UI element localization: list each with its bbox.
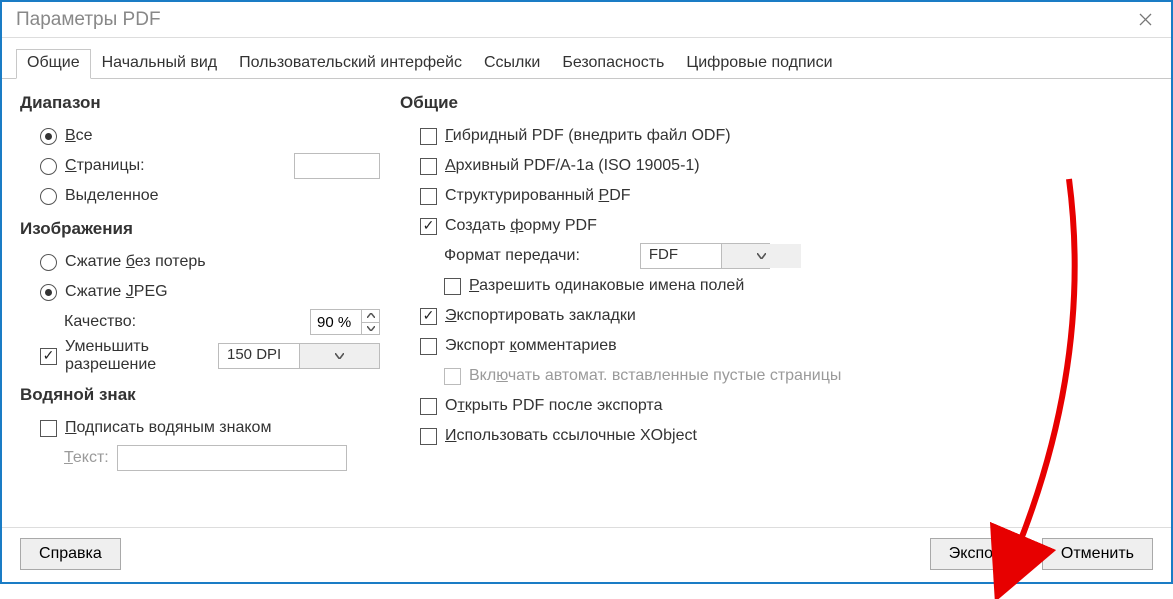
tab-initial-view[interactable]: Начальный вид [91, 49, 229, 79]
img-lossless-radio[interactable] [40, 254, 57, 271]
tab-general[interactable]: Общие [16, 49, 91, 79]
cancel-button[interactable]: Отменить [1042, 538, 1153, 570]
quality-row: Качество: [20, 307, 380, 337]
pages-input[interactable] [294, 153, 380, 179]
watermark-text-label: Текст: [64, 449, 109, 467]
help-button[interactable]: Справка [20, 538, 121, 570]
watermark-sign-row[interactable]: Подписать водяным знаком [20, 413, 380, 443]
export-button[interactable]: Экспорт [930, 538, 1028, 570]
export-bookmarks-row[interactable]: Экспортировать закладки [400, 301, 1157, 331]
export-comments-check[interactable] [420, 338, 437, 355]
dpi-drop-icon[interactable] [299, 344, 379, 368]
img-lossless-label: Сжатие без потерь [65, 253, 206, 271]
watermark-heading: Водяной знак [20, 385, 380, 405]
open-after-label: Открыть PDF после экспорта [445, 397, 662, 415]
img-jpeg-label: Сжатие JPEG [65, 283, 168, 301]
xobject-label: Использовать ссылочные XObject [445, 427, 697, 445]
range-selection-row[interactable]: Выделенное [20, 181, 380, 211]
tab-security[interactable]: Безопасность [551, 49, 675, 79]
quality-down[interactable] [362, 323, 379, 335]
submit-format-combo[interactable]: FDF [640, 243, 770, 269]
range-all-row[interactable]: Все [20, 121, 380, 151]
auto-blank-label: Включать автомат. вставленные пустые стр… [469, 367, 841, 385]
reduce-res-check[interactable] [40, 348, 57, 365]
allow-dup-row[interactable]: Разрешить одинаковые имена полей [400, 271, 1157, 301]
range-all-radio[interactable] [40, 128, 57, 145]
images-heading: Изображения [20, 219, 380, 239]
quality-label: Качество: [64, 313, 136, 331]
range-heading: Диапазон [20, 93, 380, 113]
tab-links[interactable]: Ссылки [473, 49, 551, 79]
submit-format-drop-icon[interactable] [721, 244, 801, 268]
create-form-row[interactable]: Создать форму PDF [400, 211, 1157, 241]
reduce-res-row[interactable]: Уменьшить разрешение 150 DPI [20, 337, 380, 375]
submit-format-label: Формат передачи: [444, 247, 580, 265]
reduce-res-label: Уменьшить разрешение [65, 338, 218, 374]
watermark-sign-label: Подписать водяным знаком [65, 419, 271, 437]
tagged-label: Структурированный PDF [445, 187, 631, 205]
xobject-row[interactable]: Использовать ссылочные XObject [400, 421, 1157, 451]
left-column: Диапазон Все Страницы: Выделенное Изобра… [20, 89, 380, 523]
open-after-check[interactable] [420, 398, 437, 415]
right-column: Общие Гибридный PDF (внедрить файл ODF) … [380, 89, 1157, 523]
hybrid-label: Гибридный PDF (внедрить файл ODF) [445, 127, 731, 145]
range-all-label: Все [65, 127, 93, 145]
tagged-check[interactable] [420, 188, 437, 205]
export-comments-row[interactable]: Экспорт комментариев [400, 331, 1157, 361]
range-pages-row[interactable]: Страницы: [20, 151, 380, 181]
range-pages-radio[interactable] [40, 158, 57, 175]
close-icon [1139, 13, 1152, 26]
range-selection-radio[interactable] [40, 188, 57, 205]
tab-digital-signatures[interactable]: Цифровые подписи [675, 49, 843, 79]
tab-user-interface[interactable]: Пользовательский интерфейс [228, 49, 473, 79]
pdf-options-dialog: Параметры PDF Общие Начальный вид Пользо… [0, 0, 1173, 584]
dpi-value: 150 DPI [219, 344, 299, 368]
submit-format-value: FDF [641, 244, 721, 268]
dialog-footer: Справка Экспорт Отменить [2, 527, 1171, 582]
quality-up[interactable] [362, 310, 379, 323]
tab-strip: Общие Начальный вид Пользовательский инт… [2, 38, 1171, 79]
allow-dup-check[interactable] [444, 278, 461, 295]
auto-blank-check [444, 368, 461, 385]
window-title: Параметры PDF [16, 9, 161, 31]
quality-spinner[interactable] [310, 309, 380, 335]
range-pages-label: Страницы: [65, 157, 145, 175]
export-bookmarks-check[interactable] [420, 308, 437, 325]
img-jpeg-radio[interactable] [40, 284, 57, 301]
close-button[interactable] [1127, 2, 1163, 38]
create-form-label: Создать форму PDF [445, 217, 597, 235]
submit-format-row: Формат передачи: FDF [400, 241, 1157, 271]
create-form-check[interactable] [420, 218, 437, 235]
tagged-row[interactable]: Структурированный PDF [400, 181, 1157, 211]
hybrid-check[interactable] [420, 128, 437, 145]
watermark-sign-check[interactable] [40, 420, 57, 437]
export-bookmarks-label: Экспортировать закладки [445, 307, 636, 325]
watermark-text-row: Текст: [20, 443, 380, 473]
titlebar: Параметры PDF [2, 2, 1171, 38]
dpi-combo[interactable]: 150 DPI [218, 343, 380, 369]
auto-blank-row: Включать автомат. вставленные пустые стр… [400, 361, 1157, 391]
archive-check[interactable] [420, 158, 437, 175]
allow-dup-label: Разрешить одинаковые имена полей [469, 277, 744, 295]
export-comments-label: Экспорт комментариев [445, 337, 617, 355]
open-after-row[interactable]: Открыть PDF после экспорта [400, 391, 1157, 421]
img-jpeg-row[interactable]: Сжатие JPEG [20, 277, 380, 307]
img-lossless-row[interactable]: Сжатие без потерь [20, 247, 380, 277]
dialog-content: Диапазон Все Страницы: Выделенное Изобра… [2, 79, 1171, 527]
archive-label: Архивный PDF/A-1a (ISO 19005-1) [445, 157, 700, 175]
archive-row[interactable]: Архивный PDF/A-1a (ISO 19005-1) [400, 151, 1157, 181]
watermark-text-input[interactable] [117, 445, 347, 471]
general-heading: Общие [400, 93, 1157, 113]
hybrid-row[interactable]: Гибридный PDF (внедрить файл ODF) [400, 121, 1157, 151]
range-selection-label: Выделенное [65, 187, 159, 205]
xobject-check[interactable] [420, 428, 437, 445]
quality-input[interactable] [311, 310, 361, 334]
